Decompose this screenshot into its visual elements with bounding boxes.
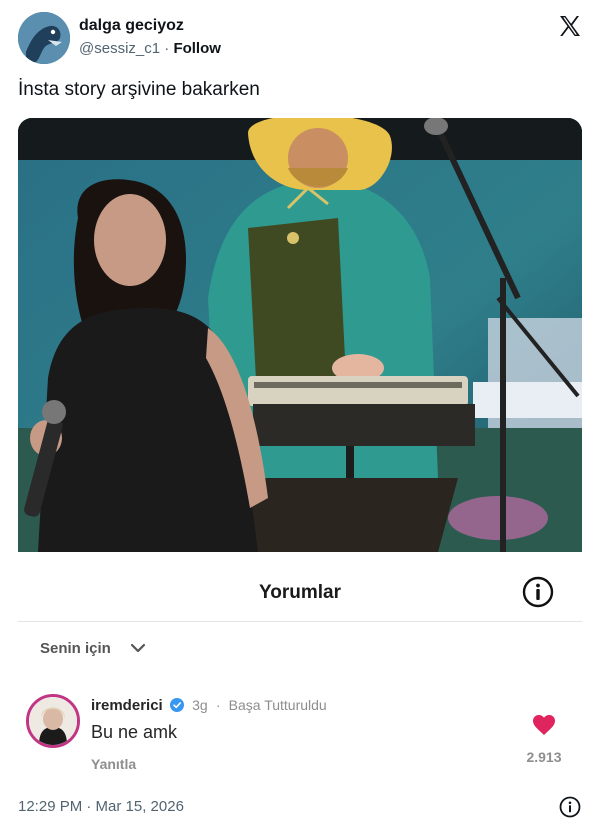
info-icon[interactable] <box>559 796 581 818</box>
author-avatar[interactable] <box>18 12 70 64</box>
verified-icon <box>169 698 184 712</box>
x-logo-icon[interactable] <box>558 14 582 38</box>
divider <box>18 621 582 622</box>
comment-age: 3g <box>192 697 208 713</box>
tweet-video[interactable] <box>18 118 582 552</box>
commenter-avatar[interactable] <box>26 694 80 748</box>
tweet-timestamp[interactable]: 12:29 PM · Mar 15, 2026 <box>18 798 184 815</box>
separator-dot: · <box>164 40 170 57</box>
comment-header: iremderici 3g · Başa Tutturuldu <box>91 697 327 714</box>
comment-text: Bu ne amk <box>91 722 178 742</box>
pinned-label: Başa Tutturuldu <box>228 697 327 713</box>
follow-button[interactable]: Follow <box>173 40 221 57</box>
like-count: 2.913 <box>526 749 562 765</box>
comments-title: Yorumlar <box>258 582 341 603</box>
chevron-down-icon[interactable] <box>130 642 146 654</box>
tweet-text: İnsta story arşivine bakarken <box>18 79 260 100</box>
commenter-username[interactable]: iremderici <box>91 697 163 714</box>
comment-filter[interactable]: Senin için <box>40 640 111 657</box>
comments-panel: Yorumlar Senin için iremderici 3g · Başa… <box>18 552 582 782</box>
reply-button[interactable]: Yanıtla <box>91 756 136 772</box>
heart-icon[interactable] <box>532 714 556 736</box>
info-icon[interactable] <box>522 576 554 608</box>
tweet-header: dalga geciyoz @sessiz_c1 · Follow <box>18 12 584 66</box>
author-handle[interactable]: @sessiz_c1 <box>79 40 160 57</box>
handle-row: @sessiz_c1 · Follow <box>79 40 221 57</box>
author-name[interactable]: dalga geciyoz <box>79 17 184 35</box>
meta-separator: · <box>215 697 221 713</box>
